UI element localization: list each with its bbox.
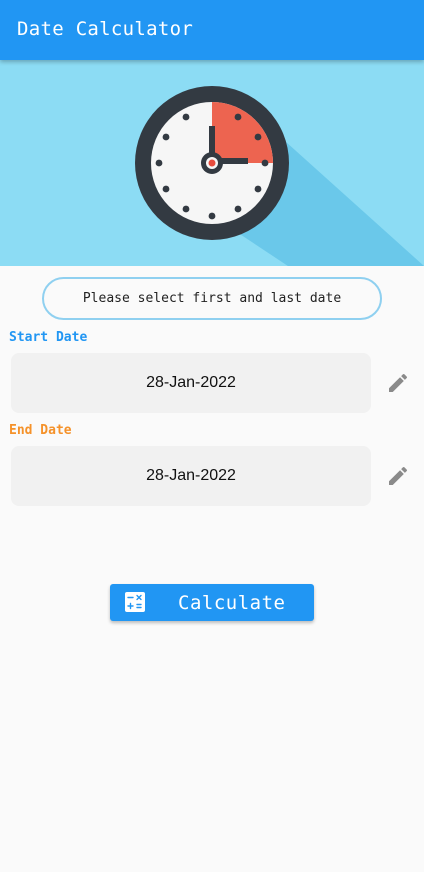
app-title: Date Calculator [17,18,194,40]
hero-banner [0,60,424,266]
app-bar: Date Calculator [0,0,424,60]
hint-pill: Please select first and last date [42,277,382,320]
hint-text: Please select first and last date [82,291,342,306]
start-date-value: 28-Jan-2022 [146,374,236,391]
calculator-icon [125,592,145,612]
clock-icon [135,86,424,266]
pencil-icon [389,373,408,392]
edit-end-date-button[interactable] [384,462,412,490]
start-date-field[interactable]: 28-Jan-2022 [11,353,371,413]
end-date-field[interactable]: 28-Jan-2022 [11,446,371,506]
start-date-label: Start Date [9,330,88,345]
end-date-label: End Date [9,423,72,438]
calculate-label: Calculate [178,592,286,614]
edit-start-date-button[interactable] [384,369,412,397]
pencil-icon [389,466,408,485]
calculate-button[interactable]: Calculate [110,584,314,621]
end-date-value: 28-Jan-2022 [146,467,236,484]
